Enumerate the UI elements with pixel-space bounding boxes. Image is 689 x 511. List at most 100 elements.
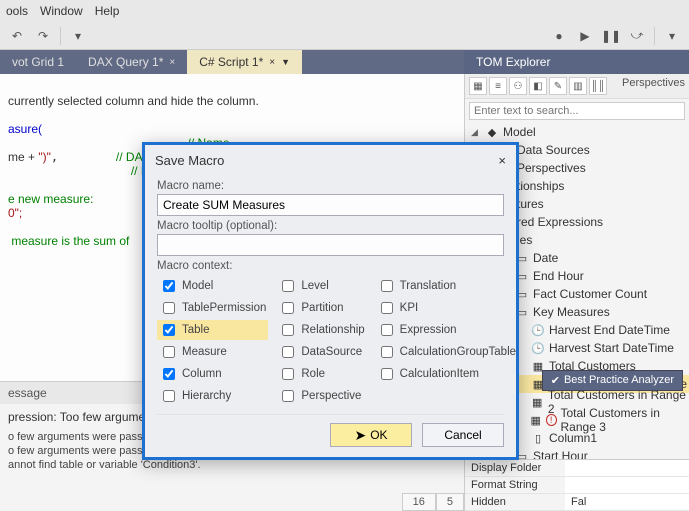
context-checkbox[interactable] xyxy=(163,390,175,402)
node-icon: ▦ xyxy=(531,396,544,409)
menu-bar: ools Window Help xyxy=(0,0,689,22)
context-option-kpi[interactable]: KPI xyxy=(375,298,516,318)
play-icon[interactable]: ▶ xyxy=(574,25,596,47)
context-label: Perspective xyxy=(301,390,361,402)
tab-csharp-script[interactable]: C# Script 1*×▼ xyxy=(187,50,302,74)
context-option-relationship[interactable]: Relationship xyxy=(276,320,366,340)
context-option-column[interactable]: Column xyxy=(157,364,268,384)
explorer-title-bar: TOM Explorer xyxy=(464,50,689,74)
context-label: KPI xyxy=(400,302,419,314)
context-checkbox[interactable] xyxy=(163,324,175,336)
grid-icon[interactable]: ▥ xyxy=(569,77,587,95)
context-option-table[interactable]: Table xyxy=(157,320,268,340)
dialog-title: Save Macro xyxy=(155,153,224,168)
context-checkbox[interactable] xyxy=(163,368,175,380)
macro-name-input[interactable] xyxy=(157,194,504,216)
close-icon[interactable]: × xyxy=(169,57,175,68)
context-option-level[interactable]: Level xyxy=(276,276,366,296)
columns-icon[interactable]: ║║ xyxy=(589,77,607,95)
tree-label: End Hour xyxy=(533,269,584,283)
context-option-partition[interactable]: Partition xyxy=(276,298,366,318)
best-practice-analyzer-button[interactable]: ✔ Best Practice Analyzer xyxy=(542,370,683,391)
context-checkbox[interactable] xyxy=(381,280,393,292)
property-value[interactable] xyxy=(565,477,689,493)
context-option-tablepermission[interactable]: TablePermission xyxy=(157,298,268,318)
menu-item-window[interactable]: Window xyxy=(40,4,83,18)
record-icon[interactable]: ● xyxy=(548,25,570,47)
tree-root[interactable]: ◢◆Model xyxy=(465,123,689,141)
context-checkbox[interactable] xyxy=(381,302,393,314)
context-option-datasource[interactable]: DataSource xyxy=(276,342,366,362)
context-option-model[interactable]: Model xyxy=(157,276,268,296)
cancel-button[interactable]: Cancel xyxy=(422,423,504,447)
context-label: CalculationGroupTable xyxy=(400,346,516,358)
context-checkbox[interactable] xyxy=(282,368,294,380)
property-row[interactable]: Format String xyxy=(465,477,689,494)
context-label: Hierarchy xyxy=(182,390,231,402)
filter-box-icon[interactable]: ▦ xyxy=(469,77,487,95)
step-over-icon[interactable]: ⤻ xyxy=(626,25,648,47)
dropdown-icon[interactable]: ▾ xyxy=(661,25,683,47)
cube-icon[interactable]: ◧ xyxy=(529,77,547,95)
node-icon: ▯ xyxy=(531,432,545,445)
perspectives-label[interactable]: Perspectives xyxy=(622,77,685,95)
edit-icon[interactable]: ✎ xyxy=(549,77,567,95)
context-checkbox[interactable] xyxy=(381,346,393,358)
property-row[interactable]: HiddenFal xyxy=(465,494,689,511)
context-label: Translation xyxy=(400,280,456,292)
undo-icon[interactable]: ↶ xyxy=(6,25,28,47)
redo-icon[interactable]: ↷ xyxy=(32,25,54,47)
chevron-icon[interactable]: ▾ xyxy=(67,25,89,47)
context-option-perspective[interactable]: Perspective xyxy=(276,386,366,406)
hierarchy-icon[interactable]: ⚇ xyxy=(509,77,527,95)
main-toolbar: ↶ ↷ ▾ ● ▶ ❚❚ ⤻ ▾ xyxy=(0,22,689,50)
ok-button[interactable]: ➤OK xyxy=(330,423,412,447)
tree-label: Total Customers in Range 3 xyxy=(561,406,689,434)
tab-dax-query[interactable]: DAX Query 1*× xyxy=(76,50,187,74)
close-icon[interactable]: × xyxy=(498,153,506,168)
context-label: Model xyxy=(182,280,213,292)
context-option-translation[interactable]: Translation xyxy=(375,276,516,296)
tree-label: Perspectives xyxy=(517,161,586,175)
menu-item-tools[interactable]: ools xyxy=(6,4,28,18)
separator xyxy=(654,27,655,45)
tab-pivot-grid[interactable]: vot Grid 1 xyxy=(0,50,76,74)
context-label: CalculationItem xyxy=(400,368,479,380)
context-checkbox[interactable] xyxy=(163,346,175,358)
context-checkbox[interactable] xyxy=(282,302,294,314)
context-checkbox[interactable] xyxy=(163,302,175,314)
tree-label: red Expressions xyxy=(517,215,603,229)
context-option-measure[interactable]: Measure xyxy=(157,342,268,362)
message-row[interactable]: annot find table or variable 'Condition3… xyxy=(4,458,460,472)
context-option-expression[interactable]: Expression xyxy=(375,320,516,340)
context-label: Role xyxy=(301,368,325,380)
context-checkbox[interactable] xyxy=(282,280,294,292)
search-input[interactable] xyxy=(469,102,685,120)
context-option-calculationgrouptable[interactable]: CalculationGroupTable xyxy=(375,342,516,362)
property-value[interactable] xyxy=(565,460,689,476)
tree-label: les xyxy=(517,233,532,247)
close-icon[interactable]: × xyxy=(269,57,275,68)
context-checkbox[interactable] xyxy=(163,280,175,292)
tree-label: Harvest End DateTime xyxy=(549,323,670,337)
context-checkbox[interactable] xyxy=(282,390,294,402)
list-icon[interactable]: ≡ xyxy=(489,77,507,95)
property-key: Display Folder xyxy=(465,460,565,476)
context-checkbox[interactable] xyxy=(282,346,294,358)
context-option-hierarchy[interactable]: Hierarchy xyxy=(157,386,268,406)
property-row[interactable]: Display Folder xyxy=(465,460,689,477)
tree-label: Start Hour xyxy=(533,449,588,459)
context-option-calculationitem[interactable]: CalculationItem xyxy=(375,364,516,384)
context-checkbox[interactable] xyxy=(381,368,393,380)
property-value[interactable]: Fal xyxy=(565,494,689,510)
context-checkbox[interactable] xyxy=(381,324,393,336)
menu-item-help[interactable]: Help xyxy=(95,4,120,18)
explorer-search xyxy=(469,102,685,120)
context-option-role[interactable]: Role xyxy=(276,364,366,384)
pause-icon[interactable]: ❚❚ xyxy=(600,25,622,47)
macro-tooltip-input[interactable] xyxy=(157,234,504,256)
tom-explorer-title: TOM Explorer xyxy=(464,50,562,74)
property-key: Hidden xyxy=(465,494,565,510)
context-checkbox[interactable] xyxy=(282,324,294,336)
cursor-icon: ➤ xyxy=(354,427,366,444)
